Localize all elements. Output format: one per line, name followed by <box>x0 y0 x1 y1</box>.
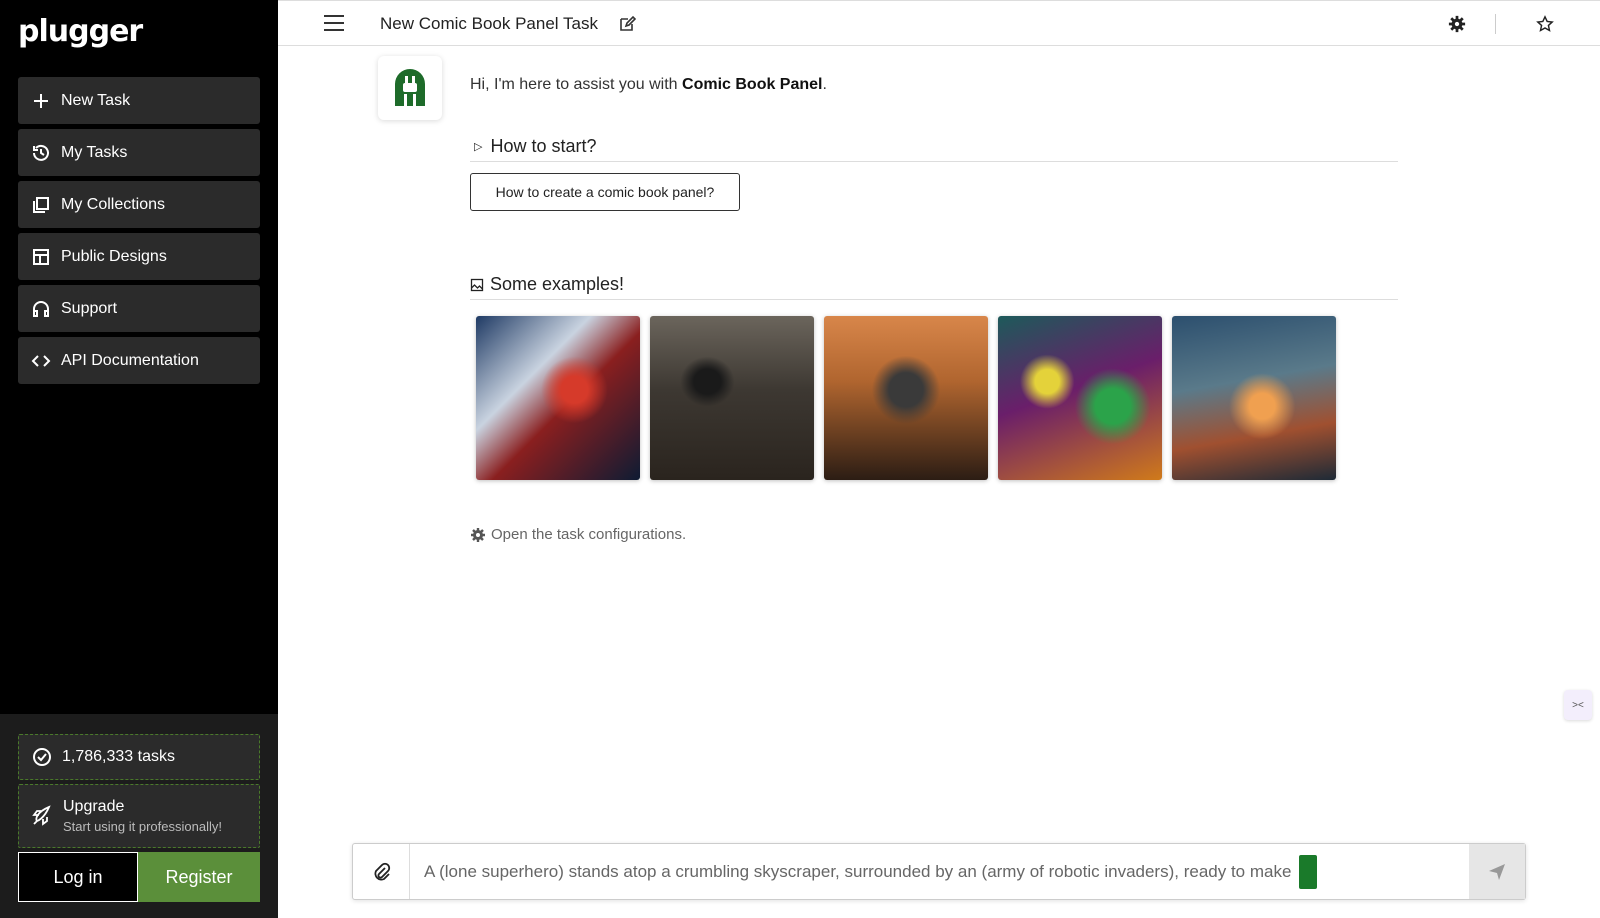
check-circle-icon <box>33 748 51 766</box>
greeting-topic: Comic Book Panel <box>682 76 823 93</box>
sidebar-item-api-documentation[interactable]: API Documentation <box>18 337 260 384</box>
plug-logo-icon <box>395 69 425 106</box>
example-image[interactable] <box>1172 316 1336 480</box>
sidebar-item-label: Public Designs <box>61 247 167 265</box>
sidebar-item-new-task[interactable]: New Task <box>18 77 260 124</box>
topbar-divider <box>1495 14 1496 34</box>
sidebar-footer: 1,786,333 tasks Upgrade Start using it p… <box>0 714 278 918</box>
example-image[interactable] <box>476 316 640 480</box>
upgrade-title: Upgrade <box>63 798 125 815</box>
sidebar-item-label: My Collections <box>61 195 166 213</box>
suggested-question-button[interactable]: How to create a comic book panel? <box>470 173 740 211</box>
history-icon <box>31 143 51 163</box>
example-image[interactable] <box>824 316 988 480</box>
sidebar-item-support[interactable]: Support <box>18 285 260 332</box>
prompt-text: A (lone superhero) stands atop a crumbli… <box>424 861 1292 881</box>
menu-icon[interactable] <box>324 15 344 31</box>
sidebar: plugger New Task My Tasks My Collections… <box>0 0 278 918</box>
prompt-composer: A (lone superhero) stands atop a crumbli… <box>352 843 1526 900</box>
sidebar-item-label: Support <box>61 299 118 317</box>
send-button[interactable] <box>1469 844 1525 899</box>
edit-icon[interactable] <box>618 15 637 33</box>
tasks-counter: 1,786,333 tasks <box>18 734 260 780</box>
upgrade-subtitle: Start using it professionally! <box>63 819 222 834</box>
how-to-start-label: How to start? <box>490 136 597 156</box>
auth-buttons: Log in Register <box>18 852 260 902</box>
settings-icon[interactable] <box>1448 15 1468 35</box>
task-config-label: Open the task configurations. <box>491 526 687 543</box>
task-config-link[interactable]: Open the task configurations. <box>470 526 686 543</box>
example-image[interactable] <box>998 316 1162 480</box>
layout-icon <box>31 247 51 267</box>
register-button[interactable]: Register <box>138 852 260 902</box>
how-to-start-toggle[interactable]: ▷ How to start? <box>470 136 1398 162</box>
sidebar-item-my-tasks[interactable]: My Tasks <box>18 129 260 176</box>
grammar-extension-icon[interactable] <box>1299 854 1318 889</box>
attach-button[interactable] <box>353 844 410 899</box>
send-icon <box>1489 863 1505 880</box>
gear-icon <box>471 527 485 542</box>
examples-heading: Some examples! <box>470 274 1398 300</box>
star-icon[interactable] <box>1536 15 1556 35</box>
prompt-input[interactable]: A (lone superhero) stands atop a crumbli… <box>410 844 1469 899</box>
code-icon <box>31 351 51 371</box>
paperclip-icon <box>374 862 391 880</box>
sidebar-item-label: API Documentation <box>61 351 199 369</box>
sidebar-item-my-collections[interactable]: My Collections <box>18 181 260 228</box>
top-bar: New Comic Book Panel Task <box>278 0 1600 46</box>
example-gallery <box>476 316 1346 480</box>
examples-title: Some examples! <box>490 274 625 294</box>
rocket-icon <box>32 805 51 826</box>
page-title: New Comic Book Panel Task <box>380 14 598 33</box>
upgrade-card[interactable]: Upgrade Start using it professionally! <box>18 784 260 848</box>
collections-icon <box>31 195 51 215</box>
feedback-widget-icon[interactable]: >< <box>1564 690 1592 720</box>
sidebar-nav: New Task My Tasks My Collections Public … <box>18 77 260 389</box>
greeting-message: Hi, I'm here to assist you with Comic Bo… <box>470 76 827 94</box>
greeting-prefix: Hi, I'm here to assist you with <box>470 76 683 93</box>
sidebar-item-label: New Task <box>61 91 131 109</box>
brand-logo[interactable]: plugger <box>18 14 143 54</box>
greeting-suffix: . <box>822 76 827 93</box>
sidebar-item-label: My Tasks <box>61 143 128 161</box>
image-icon <box>470 278 484 291</box>
triangle-right-icon: ▷ <box>474 141 483 153</box>
assistant-avatar <box>378 56 442 120</box>
sidebar-item-public-designs[interactable]: Public Designs <box>18 233 260 280</box>
example-image[interactable] <box>650 316 814 480</box>
login-button[interactable]: Log in <box>18 852 138 902</box>
upgrade-text: Upgrade Start using it professionally! <box>63 798 222 834</box>
plus-icon <box>31 91 51 111</box>
headset-icon <box>31 299 51 319</box>
tasks-count: 1,786,333 tasks <box>62 748 175 765</box>
